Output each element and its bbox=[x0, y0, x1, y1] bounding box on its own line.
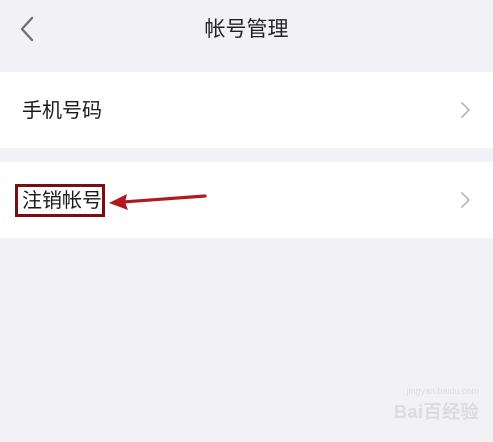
cancel-account-row[interactable]: 注销帐号 bbox=[0, 162, 493, 238]
chevron-right-icon bbox=[461, 102, 470, 118]
navigation-bar: 帐号管理 bbox=[0, 0, 493, 60]
page-title: 帐号管理 bbox=[204, 17, 289, 41]
watermark-sub-text: jingyan.baidu.com bbox=[406, 386, 479, 396]
phone-number-row[interactable]: 手机号码 bbox=[0, 72, 493, 148]
cancel-account-label: 注销帐号 bbox=[22, 188, 102, 212]
chevron-right-icon bbox=[461, 192, 470, 208]
phone-number-label: 手机号码 bbox=[22, 98, 102, 122]
watermark-main-text: Bai百经验 bbox=[393, 402, 479, 422]
baidu-jingyan-watermark: Bai百经验 jingyan.baidu.com bbox=[369, 386, 479, 426]
